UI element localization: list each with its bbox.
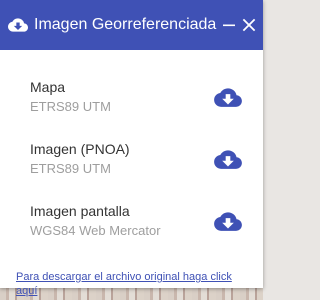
minimize-button[interactable] xyxy=(222,15,236,35)
cloud-download-icon[interactable] xyxy=(213,85,243,109)
close-button[interactable] xyxy=(242,15,256,35)
item-name: Imagen (PNOA) xyxy=(30,141,130,157)
item-name: Imagen pantalla xyxy=(30,203,130,219)
download-list: Mapa ETRS89 UTM Imagen (PNOA) ETRS89 UTM… xyxy=(0,50,263,252)
georeferenced-image-panel: Imagen Georreferenciada Mapa ETRS89 UTM … xyxy=(0,0,263,297)
download-item-mapa[interactable]: Mapa ETRS89 UTM xyxy=(0,66,263,128)
minimize-icon xyxy=(223,24,236,27)
download-item-imagen-pnoa[interactable]: Imagen (PNOA) ETRS89 UTM xyxy=(0,128,263,190)
download-original-link[interactable]: Para descargar el archivo original haga … xyxy=(16,270,247,298)
cloud-download-icon xyxy=(8,15,28,35)
cloud-download-icon[interactable] xyxy=(213,147,243,171)
item-texts: Mapa ETRS89 UTM xyxy=(30,78,213,116)
item-projection: ETRS89 UTM xyxy=(30,99,111,114)
close-icon xyxy=(243,18,256,32)
item-texts: Imagen pantalla WGS84 Web Mercator xyxy=(30,202,213,240)
item-texts: Imagen (PNOA) ETRS89 UTM xyxy=(30,140,213,178)
panel-header: Imagen Georreferenciada xyxy=(0,0,263,50)
item-name: Mapa xyxy=(30,79,66,95)
panel-title: Imagen Georreferenciada xyxy=(34,16,217,33)
cloud-download-icon[interactable] xyxy=(213,209,243,233)
item-projection: ETRS89 UTM xyxy=(30,161,111,176)
download-item-imagen-pantalla[interactable]: Imagen pantalla WGS84 Web Mercator xyxy=(0,190,263,252)
item-projection: WGS84 Web Mercator xyxy=(30,223,161,238)
